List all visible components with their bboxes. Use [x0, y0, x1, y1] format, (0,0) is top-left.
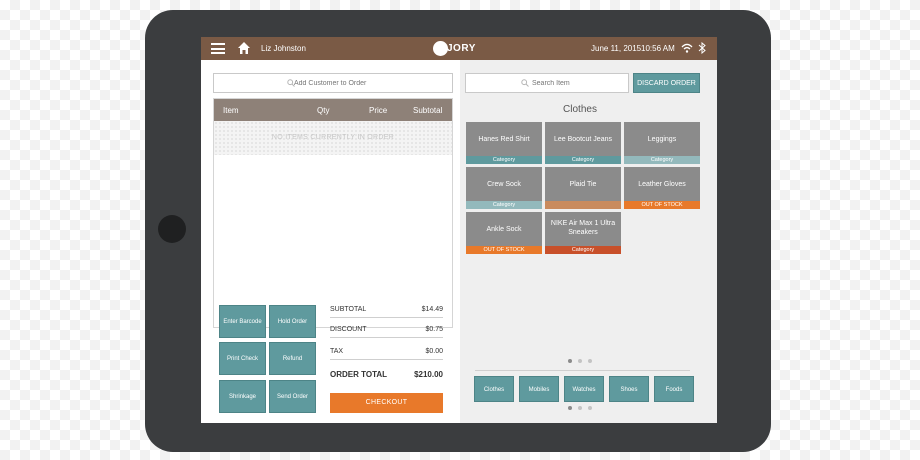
category-pager: [568, 406, 598, 410]
current-date: June 11, 2015: [591, 44, 642, 53]
subtotal-value: $14.49: [421, 306, 443, 313]
product-pager: [568, 359, 598, 363]
out-of-stock-badge: OUT OF STOCK: [624, 201, 700, 209]
out-of-stock-badge: OUT OF STOCK: [466, 246, 542, 254]
product-name: NIKE Air Max 1 Ultra Sneakers: [550, 220, 616, 236]
column-header-subtotal: Subtotal: [413, 106, 443, 115]
order-total-value: $210.00: [414, 370, 443, 379]
top-bar: Liz Johnston JORY June 11, 2015 10:56 AM: [201, 37, 717, 60]
refund-button[interactable]: Refund: [269, 342, 316, 375]
product-tile[interactable]: Plaid Tie: [545, 167, 621, 209]
product-name: Crew Sock: [487, 181, 521, 188]
category-button-shoes[interactable]: Shoes: [609, 376, 649, 402]
discount-label: DISCOUNT: [330, 326, 367, 333]
print-check-button[interactable]: Print Check: [219, 342, 266, 375]
bluetooth-icon: [698, 42, 706, 54]
tax-row: TAX $0.00: [330, 344, 443, 360]
shrinkage-button[interactable]: Shrinkage: [219, 380, 266, 413]
search-icon: [287, 79, 295, 87]
add-customer-input[interactable]: [213, 73, 453, 93]
product-tag: [545, 201, 621, 209]
current-time: 10:56 AM: [641, 44, 675, 53]
checkout-button[interactable]: CHECKOUT: [330, 393, 443, 413]
product-tile[interactable]: NIKE Air Max 1 Ultra Sneakers Category: [545, 212, 621, 254]
column-header-price: Price: [369, 106, 388, 115]
product-tag: Category: [545, 246, 621, 254]
category-title: Clothes: [563, 104, 597, 115]
order-table-header: Item Qty Price Subtotal: [214, 99, 452, 121]
product-tile[interactable]: Leather Gloves OUT OF STOCK: [624, 167, 700, 209]
product-name: Leggings: [647, 136, 677, 143]
tax-value: $0.00: [425, 348, 443, 355]
discard-order-button[interactable]: DISCARD ORDER: [633, 73, 700, 93]
category-button-watches[interactable]: Watches: [564, 376, 604, 402]
product-name: Lee Bootcut Jeans: [554, 136, 612, 143]
column-header-qty: Qty: [317, 106, 330, 115]
brand-name: JORY: [447, 43, 476, 54]
wifi-icon: [681, 43, 693, 53]
user-name: Liz Johnston: [261, 44, 306, 53]
home-icon[interactable]: [237, 41, 251, 55]
category-button-foods[interactable]: Foods: [654, 376, 694, 402]
category-button-mobiles[interactable]: Mobiles: [519, 376, 559, 402]
menu-icon[interactable]: [211, 43, 225, 54]
tablet-home-button[interactable]: [158, 215, 186, 243]
product-tag: Category: [624, 156, 700, 164]
catalog-panel: DISCARD ORDER Clothes Hanes Red Shirt Ca…: [460, 60, 717, 423]
category-button-clothes[interactable]: Clothes: [474, 376, 514, 402]
pos-screen: Liz Johnston JORY June 11, 2015 10:56 AM…: [201, 37, 717, 423]
column-header-item: Item: [223, 106, 239, 115]
order-total-label: ORDER TOTAL: [330, 370, 388, 379]
enter-barcode-button[interactable]: Enter Barcode: [219, 305, 266, 338]
order-total-row: ORDER TOTAL $210.00: [330, 366, 443, 382]
order-panel: Item Qty Price Subtotal NO ITEMS CURRENT…: [201, 60, 460, 423]
product-name: Plaid Tie: [569, 181, 597, 188]
tax-label: TAX: [330, 348, 344, 355]
product-tile[interactable]: Crew Sock Category: [466, 167, 542, 209]
product-tile[interactable]: Hanes Red Shirt Category: [466, 122, 542, 164]
product-tag: Category: [466, 201, 542, 209]
divider: [475, 370, 690, 371]
search-icon: [521, 79, 529, 87]
product-tile[interactable]: Leggings Category: [624, 122, 700, 164]
order-table: Item Qty Price Subtotal NO ITEMS CURRENT…: [213, 98, 453, 328]
subtotal-row: SUBTOTAL $14.49: [330, 302, 443, 318]
product-name: Hanes Red Shirt: [478, 136, 530, 143]
product-name: Leather Gloves: [638, 181, 686, 188]
discount-value: $0.75: [425, 326, 443, 333]
product-tag: Category: [545, 156, 621, 164]
hold-order-button[interactable]: Hold Order: [269, 305, 316, 338]
product-name: Ankle Sock: [486, 226, 522, 233]
product-tag: Category: [466, 156, 542, 164]
logo-mark-icon: [433, 41, 448, 56]
brand-logo: JORY: [433, 40, 483, 57]
search-item-input[interactable]: [465, 73, 629, 93]
empty-order-message: NO ITEMS CURRENTLY IN ORDER: [214, 121, 452, 155]
product-tile[interactable]: Lee Bootcut Jeans Category: [545, 122, 621, 164]
product-tile[interactable]: Ankle Sock OUT OF STOCK: [466, 212, 542, 254]
send-order-button[interactable]: Send Order: [269, 380, 316, 413]
subtotal-label: SUBTOTAL: [330, 306, 367, 313]
discount-row: DISCOUNT $0.75: [330, 322, 443, 338]
